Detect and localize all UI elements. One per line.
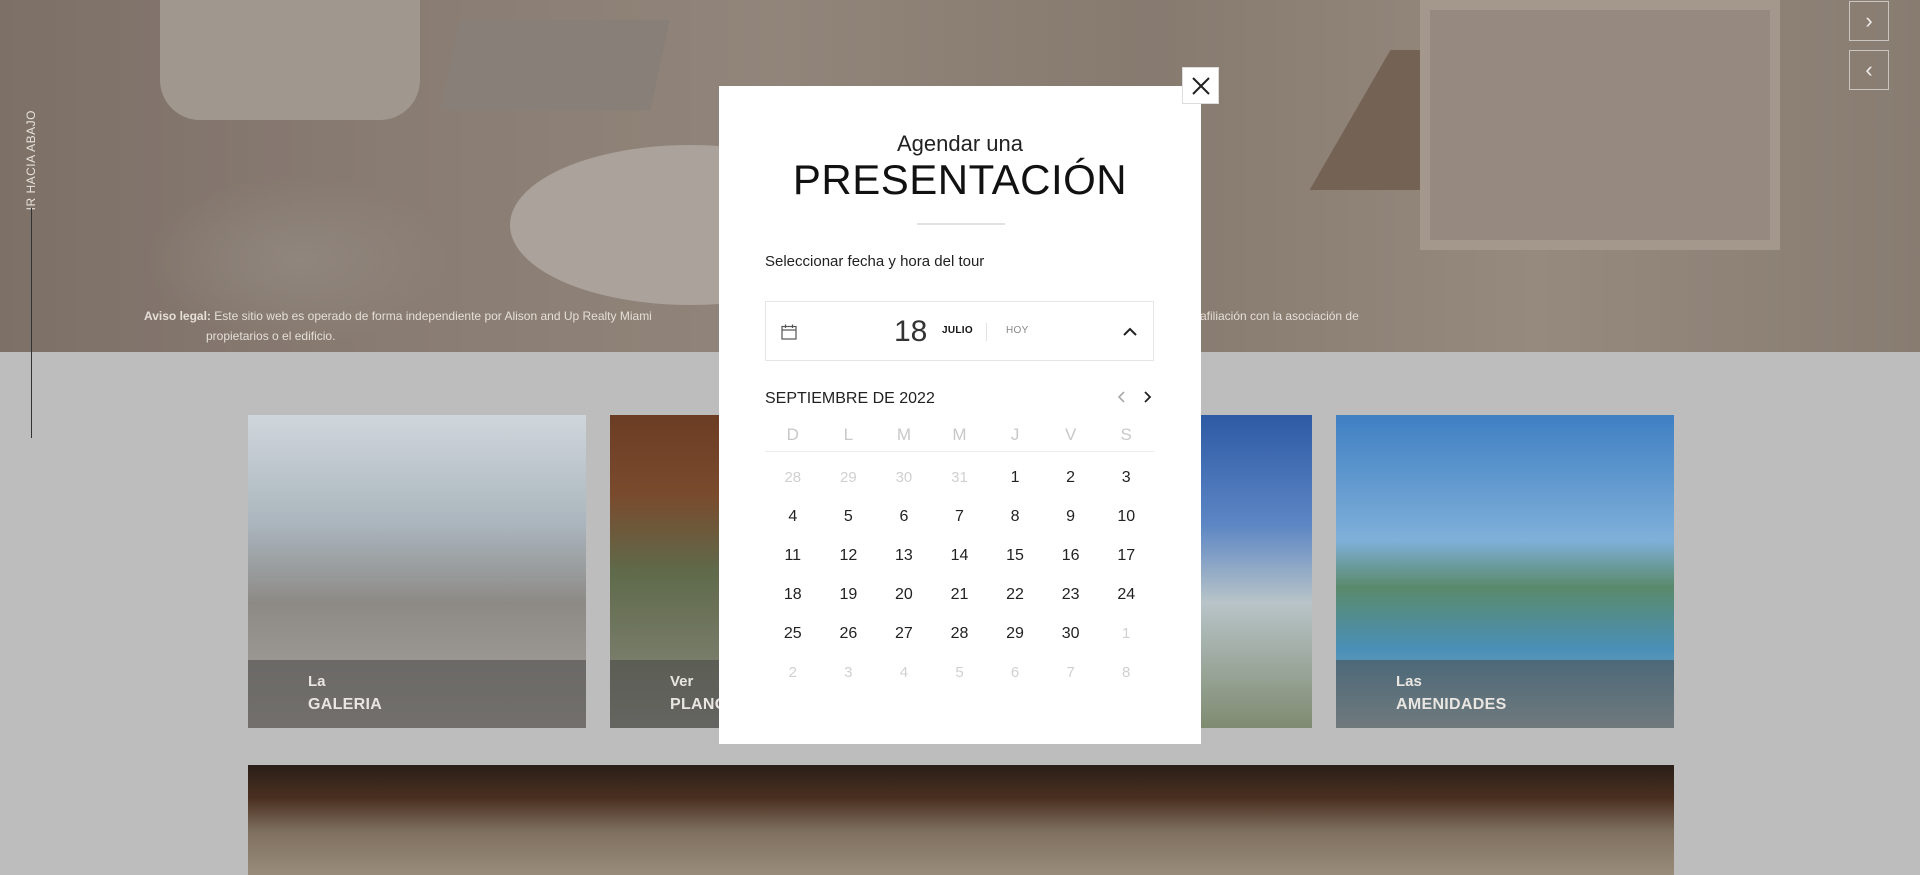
- calendar-month-label: SEPTIEMBRE DE 2022: [765, 390, 935, 407]
- calendar-day[interactable]: 16: [1043, 536, 1099, 575]
- calendar-day-outside: 2: [788, 664, 797, 681]
- calendar-day[interactable]: 25: [765, 614, 821, 653]
- today-button[interactable]: HOY: [1006, 325, 1029, 336]
- schedule-modal: Agendar una PRESENTACIÓN Seleccionar fec…: [719, 86, 1201, 744]
- date-separator: [986, 323, 987, 341]
- calendar-day[interactable]: 14: [932, 536, 988, 575]
- legal-text: Este sitio web es operado de forma indep…: [214, 309, 652, 323]
- card-name: AMENIDADES: [1396, 696, 1507, 713]
- calendar-weekdays: DLMMJVS: [765, 424, 1154, 452]
- calendar-day-outside: 3: [844, 664, 853, 681]
- card-name: GALERIA: [308, 696, 383, 713]
- legal-label: Aviso legal:: [144, 309, 211, 323]
- calendar-day-outside: 1: [1122, 625, 1131, 642]
- scroll-down-link[interactable]: IR HACIA ABAJO: [24, 110, 38, 210]
- card-pre: Las: [1396, 673, 1422, 690]
- slider-next-button[interactable]: ›: [1849, 1, 1889, 41]
- chevron-left-icon: ‹: [1865, 57, 1873, 82]
- close-modal-button[interactable]: [1182, 67, 1219, 104]
- calendar-day[interactable]: 10: [1098, 497, 1154, 536]
- calendar-prev-month-icon[interactable]: [1113, 388, 1131, 406]
- date-selector[interactable]: 18 JULIO HOY: [765, 301, 1154, 361]
- modal-title: PRESENTACIÓN: [792, 156, 1128, 203]
- calendar-day-outside: 6: [1010, 664, 1020, 681]
- calendar-day[interactable]: 30: [1043, 614, 1099, 653]
- card-pre: Ver: [670, 673, 694, 690]
- close-icon: [1191, 76, 1210, 95]
- calendar-day[interactable]: 18: [765, 575, 821, 614]
- calendar-day[interactable]: 13: [876, 536, 932, 575]
- calendar-week: 11 12 13 14 15 16 17: [765, 536, 1154, 575]
- calendar-day[interactable]: 3: [1098, 458, 1154, 497]
- modal-title-top: Agendar una: [897, 131, 1023, 156]
- calendar-day[interactable]: 2: [1043, 458, 1099, 497]
- weekday-label: D: [786, 425, 799, 444]
- calendar-week: 25 26 27 28 29 30 1: [765, 614, 1154, 653]
- weekday-label: L: [843, 425, 854, 444]
- calendar-day-outside: 29: [840, 469, 857, 486]
- calendar-day[interactable]: 17: [1098, 536, 1154, 575]
- calendar-day[interactable]: 7: [932, 497, 988, 536]
- modal-divider: [917, 223, 1005, 225]
- calendar-day[interactable]: 26: [821, 614, 877, 653]
- weekday-label: M: [952, 425, 967, 444]
- scroll-line: [31, 208, 32, 438]
- calendar-day[interactable]: 20: [876, 575, 932, 614]
- calendar-day[interactable]: 5: [821, 497, 877, 536]
- weekday-label: J: [1010, 425, 1020, 444]
- bottom-banner-image: [248, 765, 1674, 875]
- card-gallery[interactable]: La GALERIA: [248, 415, 586, 728]
- selected-month: JULIO: [942, 325, 973, 336]
- card-amenities[interactable]: Las AMENIDADES: [1336, 415, 1674, 728]
- calendar-day-outside: 4: [899, 664, 909, 681]
- calendar-day-outside: 8: [1122, 664, 1131, 681]
- calendar-day[interactable]: 8: [987, 497, 1043, 536]
- weekday-label: S: [1120, 425, 1132, 444]
- card-band: [248, 660, 586, 728]
- legal-text-line2: propietarios o el edificio.: [206, 329, 336, 343]
- calendar-day[interactable]: 12: [821, 536, 877, 575]
- calendar-day[interactable]: 23: [1043, 575, 1099, 614]
- calendar-day[interactable]: 9: [1043, 497, 1099, 536]
- calendar-day[interactable]: 28: [932, 614, 988, 653]
- card-pre: La: [308, 673, 326, 690]
- calendar-week: 4 5 6 7 8 9 10: [765, 497, 1154, 536]
- calendar-day[interactable]: 24: [1098, 575, 1154, 614]
- selected-day: 18: [894, 315, 928, 348]
- calendar-day-outside: 7: [1066, 664, 1075, 681]
- calendar-day-outside: 30: [895, 469, 913, 486]
- calendar-day[interactable]: 15: [987, 536, 1043, 575]
- calendar-day-outside: 31: [951, 469, 968, 486]
- card-band: [1336, 660, 1674, 728]
- chevron-up-icon[interactable]: [1121, 323, 1139, 341]
- weekday-label: M: [896, 425, 911, 444]
- calendar-day[interactable]: 11: [765, 536, 821, 575]
- chevron-right-icon: ›: [1865, 8, 1873, 33]
- calendar-day[interactable]: 22: [987, 575, 1043, 614]
- calendar-day-outside: 28: [784, 469, 802, 486]
- calendar-day-outside: 5: [955, 664, 964, 681]
- calendar-icon: [781, 324, 797, 340]
- calendar-day[interactable]: 27: [876, 614, 932, 653]
- calendar-week: 2 3 4 5 6 7 8: [765, 653, 1154, 692]
- calendar-day[interactable]: 19: [821, 575, 877, 614]
- calendar-day[interactable]: 21: [932, 575, 988, 614]
- calendar-grid: DLMMJVS 28 29 30 31 1 2 3 4 5 6 7 8 9 10 11 12 13 14 15 16 1…: [765, 424, 1154, 692]
- calendar-day[interactable]: 29: [987, 614, 1043, 653]
- calendar-day[interactable]: 1: [987, 458, 1043, 497]
- calendar-week: 18 19 20 21 22 23 24: [765, 575, 1154, 614]
- legal-text-right: afiliación con la asociación de: [1200, 309, 1359, 323]
- calendar-day[interactable]: 6: [876, 497, 932, 536]
- calendar-week: 28 29 30 31 1 2 3: [765, 458, 1154, 497]
- calendar-day[interactable]: 4: [765, 497, 821, 536]
- calendar-next-month-icon[interactable]: [1138, 388, 1156, 406]
- modal-subtitle: Seleccionar fecha y hora del tour: [765, 253, 985, 270]
- slider-prev-button[interactable]: ‹: [1849, 50, 1889, 90]
- weekday-label: V: [1064, 425, 1077, 444]
